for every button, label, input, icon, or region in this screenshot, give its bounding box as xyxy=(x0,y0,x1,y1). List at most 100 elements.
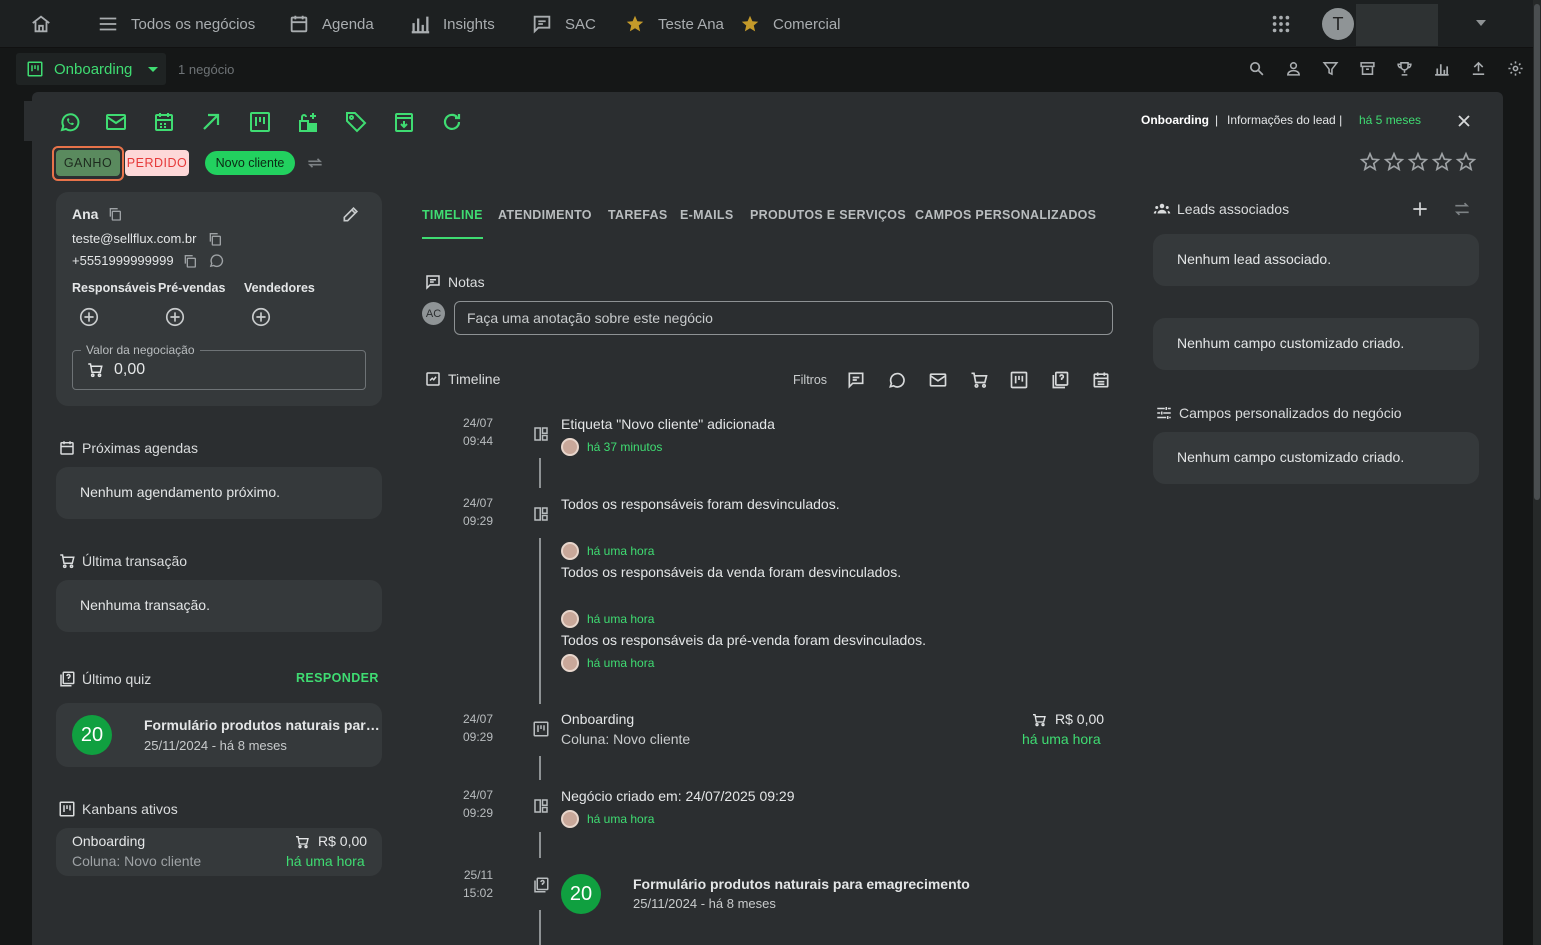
tab-atendimento[interactable]: ATENDIMENTO xyxy=(498,208,592,222)
star-outline-icon xyxy=(1383,151,1405,173)
filter-quiz-button[interactable] xyxy=(1050,370,1070,390)
filter-cart-button[interactable] xyxy=(969,370,989,390)
search-icon[interactable] xyxy=(1248,60,1265,77)
filter-icon[interactable] xyxy=(1322,60,1339,77)
quiz-icon xyxy=(1050,370,1070,390)
copy-email-icon[interactable] xyxy=(207,231,223,247)
tag-novo-cliente[interactable]: Novo cliente xyxy=(205,151,295,175)
filter-whatsapp-button[interactable] xyxy=(887,370,907,390)
user-menu-chevron-icon[interactable] xyxy=(1476,20,1486,26)
settings-gear-icon[interactable] xyxy=(1507,60,1524,77)
quiz-respond-button[interactable]: RESPONDER xyxy=(296,671,379,685)
upload-icon[interactable] xyxy=(1470,60,1487,77)
rating-star-3[interactable] xyxy=(1407,151,1429,173)
event-date: 25/11 15:02 xyxy=(462,868,493,900)
chart-icon[interactable] xyxy=(1433,60,1450,77)
tag-icon xyxy=(344,110,368,134)
plus-icon xyxy=(1410,199,1430,219)
rating-star-2[interactable] xyxy=(1383,151,1405,173)
archive-icon[interactable] xyxy=(1359,60,1376,77)
copy-phone-icon[interactable] xyxy=(182,253,198,269)
menu-icon xyxy=(97,13,119,35)
custom-fields-empty: Nenhum campo customizado criado. xyxy=(1177,335,1405,351)
scrollbar-thumb[interactable] xyxy=(1534,4,1540,500)
copy-name-icon[interactable] xyxy=(107,206,123,222)
contact-email[interactable]: teste@sellflux.com.br xyxy=(72,231,196,246)
kanban-icon xyxy=(248,110,272,134)
agendas-empty: Nenhum agendamento próximo. xyxy=(80,484,281,500)
rating-star-1[interactable] xyxy=(1359,151,1381,173)
nav-label: Teste Ana xyxy=(658,15,724,33)
filter-notes-button[interactable] xyxy=(846,370,866,390)
kanban-icon xyxy=(58,800,76,818)
archive-button[interactable] xyxy=(392,110,416,134)
deal-fields-section-title: Campos personalizados do negócio xyxy=(1155,404,1402,422)
contact-name: Ana xyxy=(72,206,99,222)
swap-lead-button[interactable] xyxy=(1452,199,1472,219)
email-button[interactable] xyxy=(104,110,128,134)
refresh-icon xyxy=(440,110,464,134)
pipeline-select[interactable]: Onboarding xyxy=(16,53,166,85)
event-text: Negócio criado em: 24/07/2025 09:29 xyxy=(561,788,795,804)
event-ago: há uma hora xyxy=(587,612,655,626)
scrollbar[interactable] xyxy=(1533,0,1541,945)
nav-insights[interactable]: Insights xyxy=(409,0,495,48)
nav-sac[interactable]: SAC xyxy=(531,0,596,48)
nav-teste-ana[interactable]: Teste Ana xyxy=(624,0,724,48)
nav-all-deals[interactable]: Todos os negócios xyxy=(97,0,255,48)
tab-campos-personalizados[interactable]: CAMPOS PERSONALIZADOS xyxy=(915,208,1096,222)
apps-button[interactable] xyxy=(1270,0,1292,48)
trophy-icon[interactable] xyxy=(1396,60,1413,77)
header-pipeline: Onboarding xyxy=(1141,113,1209,127)
add-vendedor-button[interactable] xyxy=(250,306,272,328)
add-pre-venda-button[interactable] xyxy=(164,306,186,328)
tab-timeline[interactable]: TIMELINE xyxy=(422,208,483,222)
phone-whatsapp-icon[interactable] xyxy=(208,252,225,269)
timeline-connector xyxy=(539,832,541,858)
filter-kanban-button[interactable] xyxy=(1009,370,1029,390)
lock-swap-icon xyxy=(296,110,320,134)
nav-comercial[interactable]: Comercial xyxy=(739,0,841,48)
home-button[interactable] xyxy=(30,0,52,48)
tag-button[interactable] xyxy=(344,110,368,134)
move-deal-button[interactable] xyxy=(199,110,223,134)
schedule-button[interactable] xyxy=(152,110,176,134)
edit-pencil-icon[interactable] xyxy=(341,204,361,224)
transfer-button[interactable] xyxy=(296,110,320,134)
leads-section-title: Leads associados xyxy=(1153,200,1289,218)
kanban-icon xyxy=(532,720,550,738)
contact-phone[interactable]: +5551999999999 xyxy=(72,253,174,268)
rating-star-5[interactable] xyxy=(1455,151,1477,173)
close-button[interactable] xyxy=(1454,111,1474,131)
swap-tag-icon[interactable] xyxy=(305,153,325,173)
event-ago: há uma hora xyxy=(1022,731,1101,747)
filters-label: Filtros xyxy=(793,373,828,387)
note-input[interactable] xyxy=(454,301,1113,335)
refresh-button[interactable] xyxy=(440,110,464,134)
whatsapp-icon xyxy=(58,110,82,134)
filter-email-button[interactable] xyxy=(928,370,948,390)
tab-emails[interactable]: E-MAILS xyxy=(680,208,734,222)
user-avatar[interactable]: T xyxy=(1322,8,1354,40)
section-label: Notas xyxy=(448,274,485,290)
nav-label: Insights xyxy=(443,15,495,33)
quiz-score-badge: 20 xyxy=(561,874,601,914)
users-group-icon xyxy=(1153,200,1171,218)
star-outline-icon xyxy=(1407,151,1429,173)
event-kanban-value: R$ 0,00 xyxy=(1055,711,1105,727)
nav-agenda[interactable]: Agenda xyxy=(288,0,374,48)
user-avatar-small xyxy=(561,542,579,560)
whatsapp-button[interactable] xyxy=(58,110,82,134)
add-lead-button[interactable] xyxy=(1410,199,1430,219)
lost-button[interactable]: PERDIDO xyxy=(125,150,189,176)
tab-tarefas[interactable]: TAREFAS xyxy=(608,208,668,222)
event-ago: há uma hora xyxy=(587,544,655,558)
rating-star-4[interactable] xyxy=(1431,151,1453,173)
add-responsavel-button[interactable] xyxy=(78,306,100,328)
won-button[interactable]: GANHO xyxy=(56,150,120,176)
tab-produtos-servicos[interactable]: PRODUTOS E SERVIÇOS xyxy=(750,208,906,222)
user-icon[interactable] xyxy=(1285,60,1302,77)
quiz-icon xyxy=(532,876,550,894)
kanban-button[interactable] xyxy=(248,110,272,134)
filter-calendar-button[interactable] xyxy=(1091,370,1111,390)
